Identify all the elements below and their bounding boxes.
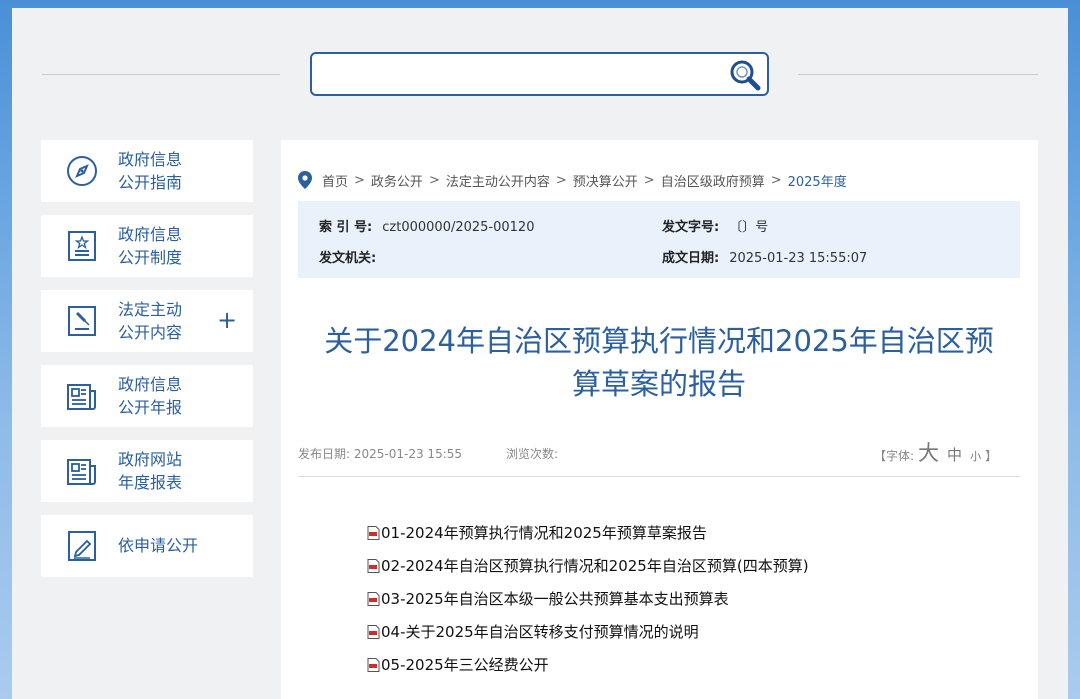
font-size-label: 【字体: <box>874 449 915 463</box>
attachment-title[interactable]: 02-2024年自治区预算执行情况和2025年自治区预算(四本预算) <box>381 555 809 576</box>
divider-left <box>42 74 280 75</box>
sidebar-item-label: 政府网站 年度报表 <box>118 450 183 492</box>
meta-doc-no-value: 〔〕号 <box>729 220 769 235</box>
regulation-icon <box>68 231 96 261</box>
sidebar-item-guide[interactable]: 政府信息 公开指南 <box>41 140 253 202</box>
attachment-link[interactable]: 02-2024年自治区预算执行情况和2025年自治区预算(四本预算) <box>367 549 1007 582</box>
compass-icon <box>67 156 97 186</box>
expand-icon[interactable]: + <box>217 306 237 334</box>
meta-index-label: 索 引 号: <box>319 220 373 235</box>
content-area: 首页 > 政务公开 > 法定主动公开内容 > 预决算公开 > 自治区级政府预算 … <box>281 140 1038 699</box>
meta-index-value: czt000000/2025-00120 <box>382 220 535 235</box>
publish-date: 发布日期: 2025-01-23 15:55 <box>298 445 462 462</box>
view-count: 浏览次数: <box>506 445 558 462</box>
sidebar-item-statutory-content[interactable]: 法定主动 公开内容 + <box>41 290 253 352</box>
attachment-link[interactable]: 05-2025年三公经费公开 <box>367 648 1007 681</box>
font-size-bracket: 】 <box>985 449 998 463</box>
newspaper-icon <box>67 384 96 410</box>
breadcrumb-separator: > <box>643 172 655 188</box>
breadcrumb-separator: > <box>770 172 782 188</box>
sidebar: 政府信息 公开指南 政府信息 公开制度 法定主动 公开内容 + 政府信息 公开年… <box>41 140 253 590</box>
meta-date-label: 成文日期: <box>662 251 720 266</box>
page-title-line1: 关于2024年自治区预算执行情况和2025年自治区预 <box>324 324 994 358</box>
sidebar-item-label: 政府信息 公开制度 <box>118 225 183 267</box>
breadcrumb-statutory[interactable]: 法定主动公开内容 <box>446 171 550 190</box>
main-panel: 政府信息 公开指南 政府信息 公开制度 法定主动 公开内容 + 政府信息 公开年… <box>12 8 1068 699</box>
breadcrumb-separator: > <box>428 172 440 188</box>
font-size-large-button[interactable]: 大 <box>918 437 939 467</box>
publish-info: 发布日期: 2025-01-23 15:55 浏览次数: 【字体: 大 中 小 … <box>298 437 1020 477</box>
pdf-icon <box>367 657 380 672</box>
breadcrumb: 首页 > 政务公开 > 法定主动公开内容 > 预决算公开 > 自治区级政府预算 … <box>298 170 847 190</box>
search-bar <box>12 52 1068 96</box>
meta-date: 成文日期: 2025-01-23 15:55:07 <box>662 247 867 266</box>
sidebar-item-annual-report[interactable]: 政府信息 公开年报 <box>41 365 253 427</box>
font-size-small-button[interactable]: 小 <box>970 448 981 464</box>
gavel-icon <box>68 306 96 336</box>
sidebar-item-label: 政府信息 公开指南 <box>118 150 183 192</box>
search-box[interactable] <box>310 52 769 96</box>
sidebar-item-label: 依申请公开 <box>118 536 199 555</box>
divider-right <box>798 74 1038 75</box>
sidebar-item-website-report[interactable]: 政府网站 年度报表 <box>41 440 253 502</box>
publish-date-value: 2025-01-23 15:55 <box>353 447 463 461</box>
view-count-label: 浏览次数: <box>506 447 559 461</box>
breadcrumb-home[interactable]: 首页 <box>322 171 348 190</box>
sidebar-item-label: 法定主动 公开内容 <box>118 300 183 342</box>
sidebar-item-regulation[interactable]: 政府信息 公开制度 <box>41 215 253 277</box>
meta-issuer: 发文机关: <box>319 247 386 266</box>
breadcrumb-gov-affairs[interactable]: 政务公开 <box>371 171 423 190</box>
pdf-icon <box>367 591 380 606</box>
search-button[interactable] <box>728 58 762 92</box>
report-icon <box>67 459 96 485</box>
font-size-control: 【字体: 大 中 小 】 <box>874 437 997 467</box>
page-title-line2: 算草案的报告 <box>571 367 746 401</box>
attachment-title[interactable]: 03-2025年自治区本级一般公共预算基本支出预算表 <box>381 588 729 609</box>
page-title: 关于2024年自治区预算执行情况和2025年自治区预 算草案的报告 <box>298 320 1020 406</box>
pdf-icon <box>367 624 380 639</box>
pdf-icon <box>367 558 380 573</box>
edit-icon <box>68 531 96 561</box>
breadcrumb-year[interactable]: 2025年度 <box>788 171 847 190</box>
meta-index: 索 引 号: czt000000/2025-00120 <box>319 216 534 235</box>
attachment-list: 01-2024年预算执行情况和2025年预算草案报告 02-2024年自治区预算… <box>367 516 1007 681</box>
meta-doc-no-label: 发文字号: <box>662 220 720 235</box>
location-pin-icon <box>298 171 312 189</box>
search-icon <box>730 60 761 91</box>
sidebar-item-label: 政府信息 公开年报 <box>118 375 183 417</box>
document-meta: 索 引 号: czt000000/2025-00120 发文字号: 〔〕号 发文机关… <box>298 201 1020 278</box>
attachment-link[interactable]: 04-关于2025年自治区转移支付预算情况的说明 <box>367 615 1007 648</box>
attachment-link[interactable]: 01-2024年预算执行情况和2025年预算草案报告 <box>367 516 1007 549</box>
meta-issuer-label: 发文机关: <box>319 251 377 266</box>
sidebar-item-apply[interactable]: 依申请公开 <box>41 515 253 577</box>
attachment-title[interactable]: 01-2024年预算执行情况和2025年预算草案报告 <box>381 522 707 543</box>
search-input[interactable] <box>322 60 722 88</box>
breadcrumb-budget-disclosure[interactable]: 预决算公开 <box>573 171 638 190</box>
pdf-icon <box>367 525 380 540</box>
meta-doc-no: 发文字号: 〔〕号 <box>662 216 768 235</box>
meta-date-value: 2025-01-23 15:55:07 <box>729 251 868 266</box>
attachment-link[interactable]: 03-2025年自治区本级一般公共预算基本支出预算表 <box>367 582 1007 615</box>
attachment-title[interactable]: 04-关于2025年自治区转移支付预算情况的说明 <box>381 621 699 642</box>
font-size-medium-button[interactable]: 中 <box>947 444 962 465</box>
attachment-title[interactable]: 05-2025年三公经费公开 <box>381 654 549 675</box>
publish-date-label: 发布日期: <box>298 447 351 461</box>
breadcrumb-separator: > <box>555 172 567 188</box>
breadcrumb-regional-budget[interactable]: 自治区级政府预算 <box>661 171 765 190</box>
breadcrumb-separator: > <box>354 172 365 188</box>
